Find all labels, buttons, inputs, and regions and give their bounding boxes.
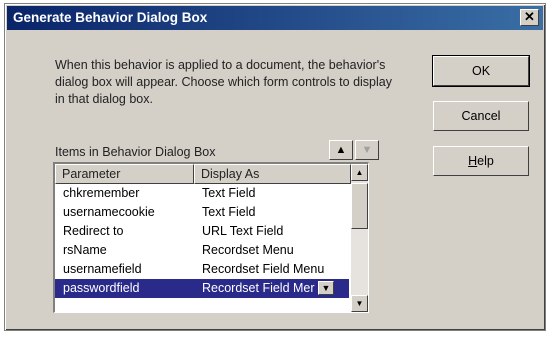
scroll-up-icon: ▲ (355, 168, 364, 177)
move-down-button[interactable]: ▼ (355, 140, 379, 160)
window-title: Generate Behavior Dialog Box (13, 10, 208, 25)
items-list-label: Items in Behavior Dialog Box (55, 145, 216, 159)
scrollbar-thumb[interactable] (351, 183, 368, 229)
scroll-down-icon: ▼ (355, 299, 364, 308)
chevron-down-icon: ▼ (321, 283, 331, 293)
move-up-button[interactable]: ▲ (329, 140, 353, 160)
column-header-display-as[interactable]: Display As (194, 164, 351, 184)
triangle-up-icon: ▲ (335, 144, 347, 156)
list-row-selected[interactable]: passwordfield Recordset Field Mer ▼ (55, 279, 349, 298)
list-row[interactable]: usernamecookie Text Field (55, 203, 349, 222)
row-parameter: passwordfield (63, 281, 140, 295)
help-label-rest: elp (477, 154, 494, 168)
triangle-down-icon: ▼ (361, 144, 373, 156)
column-header-parameter[interactable]: Parameter (55, 164, 194, 184)
row-parameter: chkremember (63, 186, 140, 200)
list-scrollbar[interactable]: ▲ ▼ (351, 164, 368, 312)
row-display-as: URL Text Field (202, 224, 284, 238)
list-row[interactable]: usernamefield Recordset Field Menu (55, 260, 349, 279)
close-button[interactable]: ✕ (520, 9, 539, 26)
row-display-as: Text Field (202, 205, 256, 219)
help-button[interactable]: Help (433, 146, 529, 176)
row-display-as: Recordset Field Menu (202, 262, 325, 276)
row-parameter: Redirect to (63, 224, 124, 238)
row-parameter: rsName (63, 243, 107, 257)
cancel-button[interactable]: Cancel (433, 101, 529, 131)
items-list[interactable]: Parameter Display As chkremember Text Fi… (53, 162, 369, 313)
list-row[interactable]: rsName Recordset Menu (55, 241, 349, 260)
display-as-dropdown-button[interactable]: ▼ (318, 281, 334, 295)
row-display-as: Recordset Field Mer (202, 281, 315, 295)
help-mnemonic: H (468, 154, 478, 168)
row-parameter: usernamefield (63, 262, 142, 276)
title-bar: Generate Behavior Dialog Box ✕ (7, 6, 543, 30)
row-display-as: Recordset Menu (202, 243, 294, 257)
list-row[interactable]: chkremember Text Field (55, 184, 349, 203)
scroll-down-button[interactable]: ▼ (351, 295, 368, 312)
row-parameter: usernamecookie (63, 205, 155, 219)
list-row[interactable]: Redirect to URL Text Field (55, 222, 349, 241)
close-icon: ✕ (524, 9, 535, 24)
description-text: When this behavior is applied to a docum… (55, 58, 392, 106)
items-list-rows: chkremember Text Field usernamecookie Te… (55, 184, 349, 298)
ok-button[interactable]: OK (432, 55, 530, 87)
generate-behavior-dialog: Generate Behavior Dialog Box ✕ When this… (4, 3, 546, 331)
scroll-up-button[interactable]: ▲ (351, 164, 368, 181)
row-display-as: Text Field (202, 186, 256, 200)
